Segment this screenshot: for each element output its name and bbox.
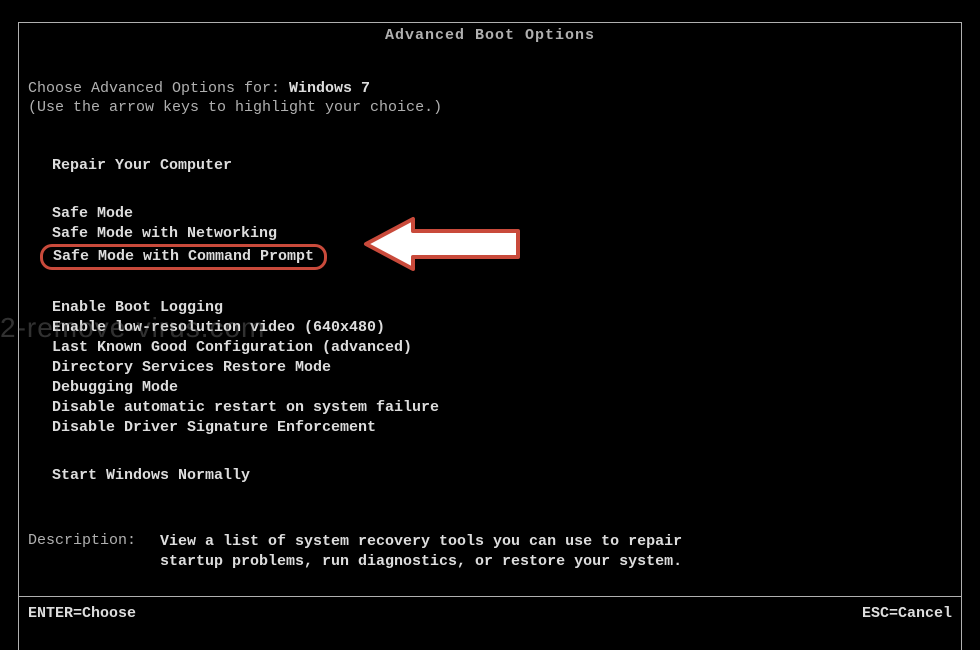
menu-item-directory-restore[interactable]: Directory Services Restore Mode (52, 358, 952, 378)
menu-item-safe-mode[interactable]: Safe Mode (52, 204, 952, 224)
description-line1: View a list of system recovery tools you… (160, 532, 682, 552)
menu-item-safe-mode-networking[interactable]: Safe Mode with Networking (52, 224, 952, 244)
instruction-hint: (Use the arrow keys to highlight your ch… (28, 99, 952, 116)
description-line2: startup problems, run diagnostics, or re… (160, 552, 682, 572)
menu-item-last-known-good[interactable]: Last Known Good Configuration (advanced) (52, 338, 952, 358)
footer-esc: ESC=Cancel (862, 605, 952, 622)
footer-enter: ENTER=Choose (28, 605, 136, 622)
menu-item-debugging[interactable]: Debugging Mode (52, 378, 952, 398)
description-label: Description: (28, 532, 160, 572)
menu-item-repair-computer[interactable]: Repair Your Computer (52, 156, 952, 176)
menu-item-low-resolution[interactable]: Enable low-resolution video (640x480) (52, 318, 952, 338)
instruction-prefix: Choose Advanced Options for: (28, 80, 289, 97)
menu-group-normal: Start Windows Normally (52, 466, 952, 486)
boot-menu: Repair Your Computer Safe Mode Safe Mode… (52, 156, 952, 486)
description-section: Description: View a list of system recov… (28, 532, 952, 572)
menu-group-repair: Repair Your Computer (52, 156, 952, 176)
os-name: Windows 7 (289, 80, 370, 97)
menu-item-disable-auto-restart[interactable]: Disable automatic restart on system fail… (52, 398, 952, 418)
menu-item-disable-driver-sig[interactable]: Disable Driver Signature Enforcement (52, 418, 952, 438)
description-text: View a list of system recovery tools you… (160, 532, 682, 572)
menu-item-start-normally[interactable]: Start Windows Normally (52, 466, 952, 486)
main-content: Choose Advanced Options for: Windows 7 (… (28, 80, 952, 572)
footer-bar: ENTER=Choose ESC=Cancel (28, 605, 952, 622)
menu-group-safemode: Safe Mode Safe Mode with Networking Safe… (52, 204, 952, 270)
screen-border-bottom (18, 596, 962, 597)
instruction-os: Choose Advanced Options for: Windows 7 (28, 80, 952, 97)
page-title: Advanced Boot Options (0, 27, 980, 44)
menu-item-boot-logging[interactable]: Enable Boot Logging (52, 298, 952, 318)
menu-item-safe-mode-command-prompt[interactable]: Safe Mode with Command Prompt (40, 244, 327, 270)
menu-group-advanced: Enable Boot Logging Enable low-resolutio… (52, 298, 952, 438)
